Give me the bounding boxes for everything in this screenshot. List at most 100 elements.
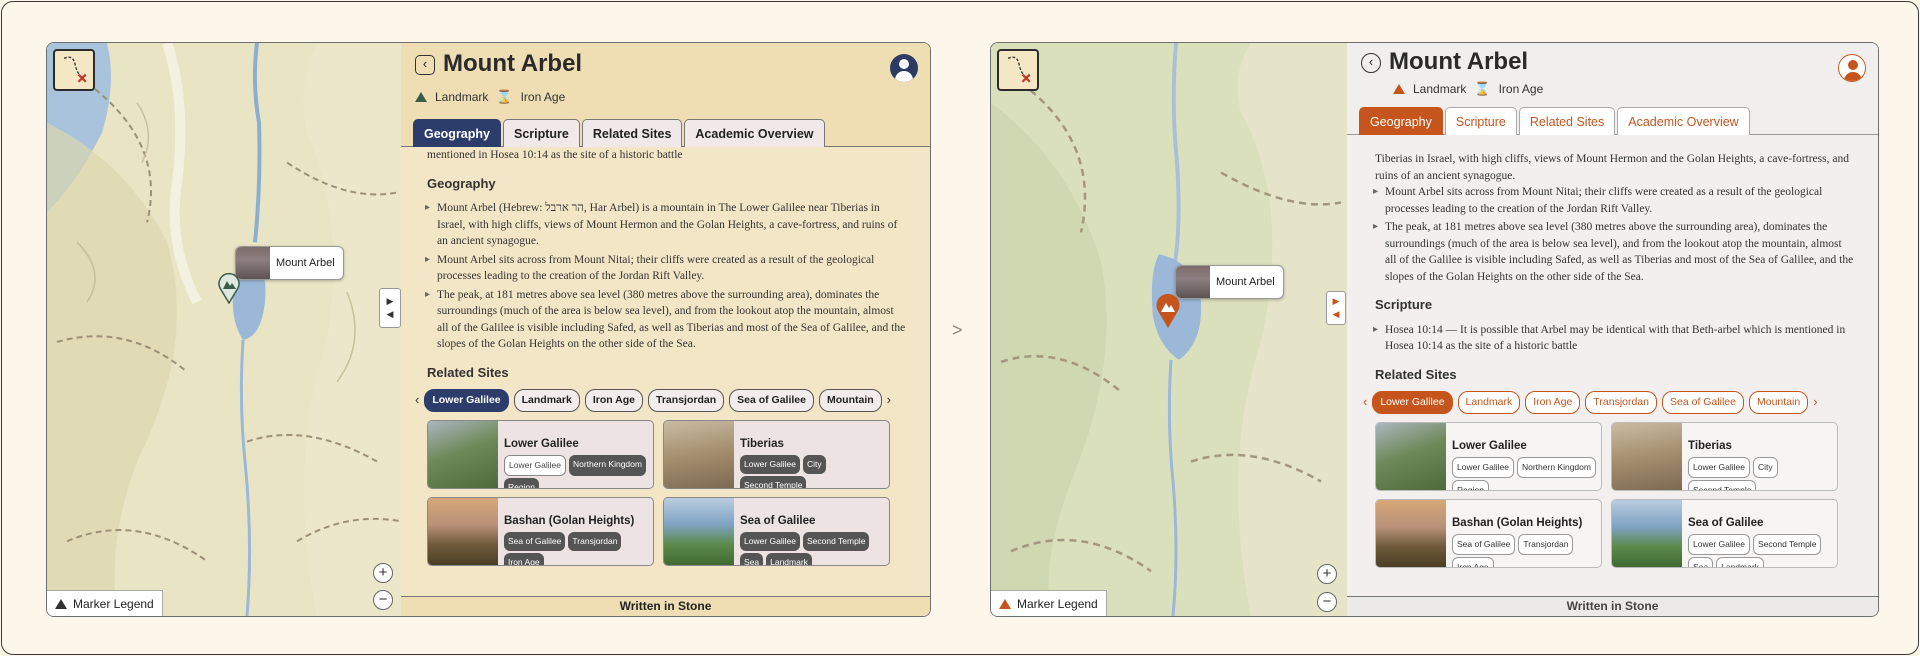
geography-heading: Geography: [427, 175, 496, 191]
geography-item: The peak, at 181 metres above sea level …: [425, 287, 908, 353]
related-site-card[interactable]: Lower Galilee Lower Galilee Northern King…: [1375, 421, 1602, 491]
terrain-map[interactable]: [991, 43, 1347, 616]
landmark-icon: [415, 92, 427, 102]
chip-lower-galilee[interactable]: Lower Galilee: [1372, 391, 1453, 414]
chevron-left-icon[interactable]: ‹: [1363, 394, 1367, 411]
card-title: Tiberias: [1688, 439, 1732, 452]
tab-geography[interactable]: Geography: [1359, 107, 1443, 135]
geography-item: Mount Arbel (Hebrew: הר ארבל, Har Arbel)…: [425, 200, 908, 250]
related-site-card[interactable]: Sea of Galilee Lower Galilee Second Templ…: [1611, 498, 1838, 568]
map-view[interactable]: Mount Arbel + − Marker Legend: [47, 43, 401, 616]
panel-toggle-button[interactable]: ▶ ◀: [379, 288, 401, 328]
card-tag: Lower Galilee: [740, 532, 800, 551]
tab-academic-overview[interactable]: Academic Overview: [1617, 107, 1750, 135]
chip-transjordan[interactable]: Transjordan: [648, 389, 725, 412]
related-sites-heading: Related Sites: [1375, 366, 1457, 382]
card-tag: Lower Galilee: [1688, 534, 1750, 555]
site-info-panel: ‹ Mount Arbel Landmark ⌛ Iron Age Geogra…: [1347, 43, 1878, 616]
marker-legend-label: Marker Legend: [73, 596, 154, 611]
geography-item: Mount Arbel sits across from Mount Nitai…: [1373, 184, 1856, 217]
hourglass-icon: ⌛: [1474, 81, 1491, 96]
card-tag: Landmark: [766, 552, 812, 565]
marker-legend-button[interactable]: Marker Legend: [47, 590, 163, 616]
site-photo: [1612, 499, 1682, 567]
chip-lower-galilee[interactable]: Lower Galilee: [424, 389, 509, 412]
related-site-card[interactable]: Tiberias Lower Galilee City Second Temple: [663, 419, 890, 489]
tab-scripture[interactable]: Scripture: [503, 119, 580, 147]
comparison-canvas: Mount Arbel + − Marker Legend ▶ ◀ ‹ Mount…: [1, 1, 1919, 655]
user-avatar[interactable]: [890, 54, 918, 82]
terrain-map[interactable]: [47, 43, 401, 616]
zoom-in-button[interactable]: +: [1317, 564, 1337, 584]
related-site-card[interactable]: Sea of Galilee Lower Galilee Second Templ…: [663, 496, 890, 566]
card-tag: Transjordan: [1518, 534, 1574, 555]
chevron-left-icon[interactable]: ‹: [415, 392, 419, 409]
app-footer: Written in Stone: [401, 596, 930, 616]
chip-iron-age[interactable]: Iron Age: [584, 389, 644, 412]
map-view[interactable]: Mount Arbel + − Marker Legend: [991, 43, 1347, 616]
popup-label: Mount Arbel: [1216, 276, 1275, 288]
related-filter-chips: ‹ Lower Galilee Landmark Iron Age Transj…: [415, 389, 920, 412]
card-title: Tiberias: [740, 437, 784, 450]
geography-item: Mount Arbel sits across from Mount Nitai…: [425, 252, 908, 285]
arrow-right-icon: ▶: [386, 296, 394, 306]
card-tag: City: [1752, 457, 1778, 478]
site-photo: [1376, 422, 1446, 490]
chip-landmark[interactable]: Landmark: [1457, 391, 1521, 414]
card-tag: Sea of Galilee: [1452, 534, 1516, 555]
chevron-right-icon[interactable]: ›: [1813, 394, 1817, 411]
comparison-arrow: >: [952, 320, 963, 340]
site-photo: [428, 497, 498, 565]
chip-mountain[interactable]: Mountain: [819, 389, 882, 412]
popup-label: Mount Arbel: [276, 257, 335, 269]
chip-transjordan[interactable]: Transjordan: [1585, 391, 1658, 414]
related-site-card[interactable]: Bashan (Golan Heights) Sea of Galilee Tra…: [1375, 498, 1602, 568]
chip-mountain[interactable]: Mountain: [1748, 391, 1809, 414]
related-site-card[interactable]: Lower Galilee Lower Galilee Northern King…: [427, 419, 654, 489]
site-content[interactable]: mentioned in Hosea 10:14 as the site of …: [401, 147, 930, 596]
tab-scripture[interactable]: Scripture: [1444, 107, 1517, 135]
tab-geography[interactable]: Geography: [413, 119, 501, 147]
card-tag: Northern Kingdom: [568, 455, 646, 476]
back-button[interactable]: ‹: [415, 55, 435, 75]
treasure-map-icon[interactable]: [997, 49, 1039, 91]
left-app-window: Mount Arbel + − Marker Legend ▶ ◀ ‹ Mount…: [46, 42, 931, 617]
related-site-card[interactable]: Bashan (Golan Heights) Sea of Galilee Tra…: [427, 496, 654, 566]
tab-related-sites[interactable]: Related Sites: [1518, 107, 1616, 135]
card-tag: Sea: [740, 552, 764, 565]
card-tag: Lower Galilee: [740, 455, 800, 474]
site-content[interactable]: Tiberias in Israel, with high cliffs, vi…: [1347, 143, 1878, 596]
user-avatar[interactable]: [1838, 54, 1866, 82]
site-era-label: Iron Age: [520, 90, 566, 104]
landmark-marker-icon[interactable]: [1154, 291, 1182, 329]
chevron-right-icon[interactable]: ›: [887, 392, 891, 409]
zoom-out-button[interactable]: −: [1317, 592, 1337, 612]
card-tag: Lower Galilee: [1452, 457, 1514, 478]
landmark-marker-icon[interactable]: [217, 270, 241, 304]
treasure-map-icon[interactable]: [53, 49, 95, 91]
back-button[interactable]: ‹: [1361, 53, 1381, 73]
marker-popup[interactable]: Mount Arbel: [1175, 265, 1284, 299]
scripture-heading: Scripture: [1375, 297, 1433, 312]
zoom-in-button[interactable]: +: [373, 563, 393, 583]
chip-iron-age[interactable]: Iron Age: [1525, 391, 1581, 414]
card-tag: Northern Kingdom: [1516, 457, 1596, 478]
related-site-card[interactable]: Tiberias Lower Galilee City Second Temple: [1611, 421, 1838, 491]
card-tag: Landmark: [1716, 556, 1764, 567]
marker-popup[interactable]: Mount Arbel: [235, 246, 344, 280]
tab-academic-overview[interactable]: Academic Overview: [684, 119, 825, 147]
site-photo: [1612, 422, 1682, 490]
site-header: ‹ Mount Arbel Landmark ⌛ Iron Age Geogra…: [401, 43, 930, 147]
tab-related-sites[interactable]: Related Sites: [581, 119, 683, 147]
card-tag: City: [802, 455, 826, 474]
chip-sea-of-galilee[interactable]: Sea of Galilee: [1662, 391, 1744, 414]
related-sites-heading: Related Sites: [427, 364, 509, 380]
chip-landmark[interactable]: Landmark: [513, 389, 580, 412]
panel-toggle-button[interactable]: ▶ ◀: [1326, 291, 1346, 325]
arrow-right-icon: ▶: [1332, 296, 1340, 306]
zoom-out-button[interactable]: −: [373, 590, 393, 610]
chip-sea-of-galilee[interactable]: Sea of Galilee: [729, 389, 814, 412]
card-title: Lower Galilee: [504, 437, 579, 450]
marker-legend-button[interactable]: Marker Legend: [991, 590, 1107, 616]
site-photo: [428, 420, 498, 488]
